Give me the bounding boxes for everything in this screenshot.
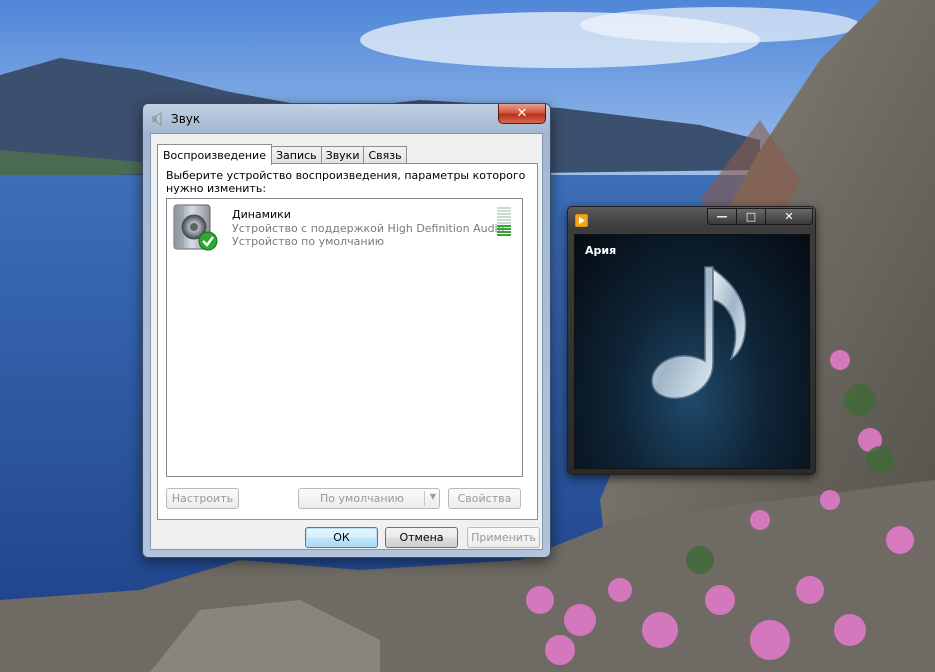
cancel-button[interactable]: Отмена	[385, 527, 458, 548]
level-bar	[497, 228, 511, 230]
music-note-icon	[651, 266, 747, 399]
maximize-icon: □	[745, 210, 757, 223]
minimize-icon: —	[716, 210, 728, 223]
tab-strip: Воспроизведение Запись Звуки Связь	[157, 142, 407, 165]
tab-playback[interactable]: Воспроизведение	[157, 144, 272, 165]
ok-button[interactable]: ОК	[305, 527, 378, 548]
chevron-down-icon[interactable]: ▼	[430, 492, 436, 501]
apply-button[interactable]: Применить	[467, 527, 540, 548]
level-bar	[497, 216, 511, 218]
level-bar	[497, 231, 511, 233]
track-title: Ария	[585, 244, 617, 257]
level-bar	[497, 225, 511, 227]
level-bar	[497, 213, 511, 215]
dialog-client-area: Воспроизведение Запись Звуки Связь Выбер…	[150, 133, 543, 550]
media-player-window: — □ ✕ Ария	[567, 206, 816, 475]
split-separator	[424, 491, 425, 506]
device-description: Устройство с поддержкой High Definition …	[232, 222, 505, 235]
speaker-icon	[152, 112, 162, 126]
green-check-icon	[198, 231, 218, 251]
level-meter	[497, 207, 511, 237]
tab-recording[interactable]: Запись	[270, 146, 322, 164]
close-icon: ✕	[784, 210, 794, 223]
device-name: Динамики	[232, 208, 291, 221]
close-button[interactable]: ✕	[765, 208, 813, 225]
tab-sounds[interactable]: Звуки	[320, 146, 365, 164]
instruction-text: Выберите устройство воспроизведения, пар…	[166, 169, 526, 195]
sound-dialog: Звук ✕ Воспроизведение Запись Звуки Связ…	[142, 103, 551, 558]
speaker-icon	[173, 204, 218, 251]
set-default-button[interactable]: По умолчанию ▼	[298, 488, 440, 509]
dialog-close-button[interactable]: ✕	[498, 104, 546, 124]
close-icon: ✕	[516, 106, 528, 121]
tab-panel-playback: Выберите устройство воспроизведения, пар…	[157, 163, 538, 520]
dialog-title-bar: Звук	[151, 110, 200, 128]
level-bar	[497, 234, 511, 236]
tab-communications[interactable]: Связь	[363, 146, 407, 164]
device-list[interactable]: Динамики Устройство с поддержкой High De…	[166, 198, 523, 477]
properties-button[interactable]: Свойства	[448, 488, 521, 509]
now-playing-area[interactable]: Ария	[574, 234, 810, 469]
configure-button[interactable]: Настроить	[166, 488, 239, 509]
level-bar	[497, 219, 511, 221]
dialog-title: Звук	[171, 112, 201, 126]
level-bar	[497, 210, 511, 212]
level-bar	[497, 207, 511, 209]
maximize-button[interactable]: □	[736, 208, 766, 225]
set-default-label: По умолчанию	[320, 492, 404, 505]
device-status: Устройство по умолчанию	[232, 235, 385, 248]
media-player-icon[interactable]	[575, 214, 588, 227]
window-controls: — □ ✕	[707, 208, 813, 225]
minimize-button[interactable]: —	[707, 208, 737, 225]
level-bar	[497, 222, 511, 224]
